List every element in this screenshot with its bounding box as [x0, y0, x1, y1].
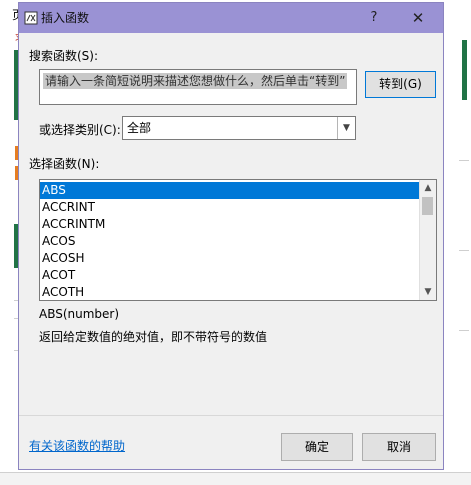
background-gridline	[459, 330, 469, 331]
category-value: 全部	[127, 121, 152, 135]
background-gridline	[459, 250, 469, 251]
close-button[interactable]: ✕	[407, 8, 429, 28]
search-function-label: 搜索函数(S):	[29, 49, 99, 63]
help-button[interactable]: ?	[363, 8, 385, 28]
cancel-button[interactable]: 取消	[362, 433, 436, 461]
dialog-titlebar[interactable]: 插入函数 ? ✕	[19, 3, 443, 33]
dialog-title: 插入函数	[41, 11, 90, 25]
function-list[interactable]: ABS ACCRINT ACCRINTM ACOS ACOSH ACOT ACO…	[39, 179, 437, 301]
cancel-button-label: 取消	[386, 440, 411, 454]
chevron-down-icon[interactable]: ▼	[337, 117, 355, 139]
function-description: 返回给定数值的绝对值，即不带符号的数值	[39, 330, 268, 344]
scrollbar-thumb[interactable]	[422, 197, 433, 215]
list-item-accrintm[interactable]: ACCRINTM	[40, 216, 421, 233]
list-item-acos[interactable]: ACOS	[40, 233, 421, 250]
list-item-abs[interactable]: ABS	[40, 182, 421, 199]
fx-icon	[24, 11, 38, 25]
divider	[19, 415, 443, 416]
list-item-accrint[interactable]: ACCRINT	[40, 199, 421, 216]
list-item-acosh[interactable]: ACOSH	[40, 250, 421, 267]
ok-button-label: 确定	[304, 440, 329, 454]
search-function-input[interactable]: 请输入一条简短说明来描述您想做什么，然后单击“转到”	[39, 69, 357, 105]
category-label: 或选择类别(C):	[39, 123, 121, 137]
chevron-down-icon[interactable]: ▼	[420, 284, 436, 300]
function-help-link[interactable]: 有关该函数的帮助	[29, 437, 125, 454]
list-item-acot[interactable]: ACOT	[40, 267, 421, 284]
ok-button[interactable]: 确定	[281, 433, 353, 461]
background-gridline	[459, 160, 469, 161]
category-select[interactable]: 全部 ▼	[122, 116, 356, 140]
function-list-label: 选择函数(N):	[29, 157, 100, 171]
list-scrollbar[interactable]: ▲ ▼	[419, 180, 436, 300]
goto-button-label: 转到(G)	[379, 77, 422, 91]
goto-button[interactable]: 转到(G)	[365, 71, 436, 98]
background-green-block	[462, 40, 467, 100]
background-sheet-bottom	[0, 472, 471, 485]
chevron-up-icon[interactable]: ▲	[420, 180, 436, 196]
function-syntax: ABS(number)	[39, 307, 120, 321]
list-item-acoth[interactable]: ACOTH	[40, 284, 421, 300]
search-function-text: 请输入一条简短说明来描述您想做什么，然后单击“转到”	[43, 73, 348, 89]
insert-function-dialog: 插入函数 ? ✕ 搜索函数(S): 请输入一条简短说明来描述您想做什么，然后单击…	[18, 2, 444, 470]
